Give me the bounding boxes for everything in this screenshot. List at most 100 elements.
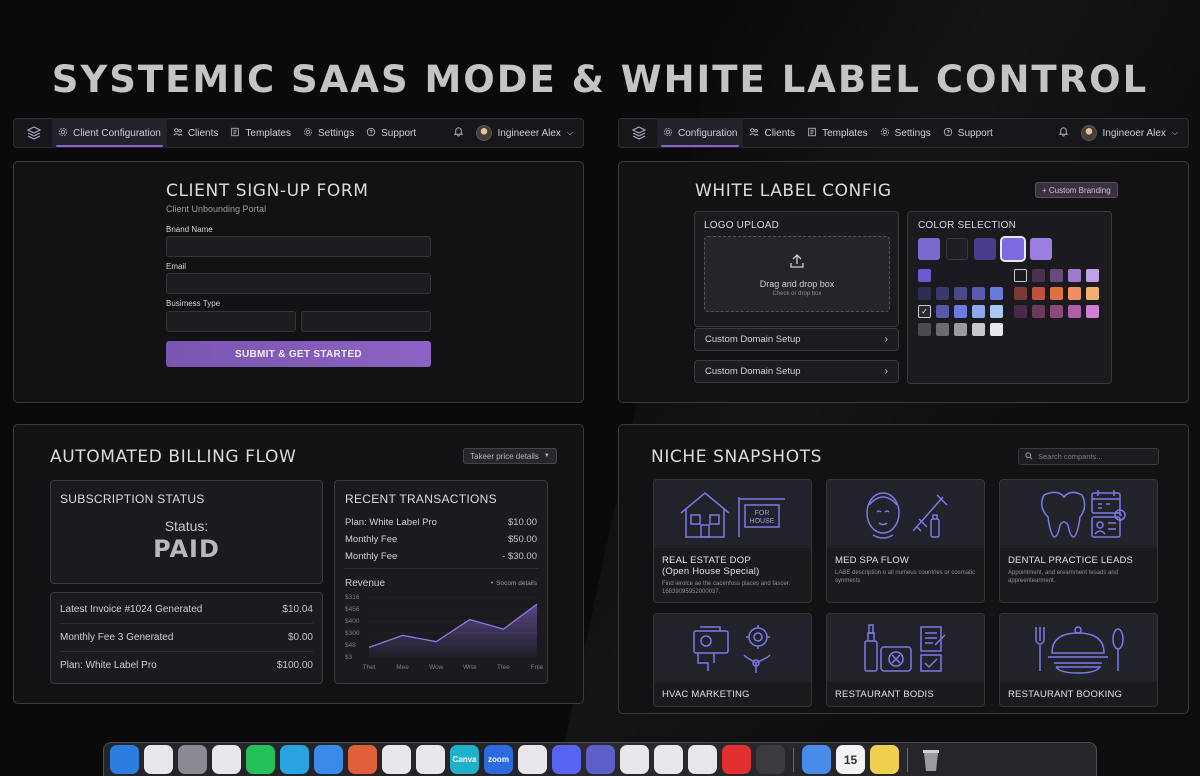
record-icon[interactable] [722,745,751,774]
color-swatch[interactable] [1050,287,1063,300]
transaction-value: $10.00 [507,517,537,528]
gemini-icon[interactable] [382,745,411,774]
calculator-icon[interactable] [756,745,785,774]
color-swatch[interactable] [936,323,949,336]
submit-button[interactable]: SUBMIT & GET STARTED [166,341,431,367]
color-swatch[interactable] [936,305,949,318]
nav-item-settings[interactable]: Settings [874,118,937,148]
custom-domain-setup-button-2[interactable]: Custom Domain Setup › [694,360,899,383]
notification-bell-icon[interactable] [453,126,464,140]
calendar-icon[interactable]: 15 [836,745,865,774]
canva-icon[interactable]: Canva [450,745,479,774]
color-swatch[interactable] [918,323,931,336]
tile-sign-text: HOUSE [749,518,774,525]
user-menu[interactable]: Ingineoer Alex ⌵ [1080,125,1178,141]
color-swatch[interactable] [974,238,996,260]
nav-item-support[interactable]: Support [360,118,422,148]
color-swatch[interactable] [1068,305,1081,318]
color-swatch[interactable] [1086,305,1099,318]
nav-item-templates[interactable]: Templates [801,118,874,148]
zoom-icon[interactable]: zoom [484,745,513,774]
color-swatch[interactable] [1086,269,1099,282]
color-swatch[interactable] [954,305,967,318]
color-swatch[interactable] [1032,269,1045,282]
color-swatch[interactable] [954,323,967,336]
layers-logo-icon[interactable] [24,123,44,143]
color-swatch[interactable] [990,323,1003,336]
niche-tile-real-estate[interactable]: FOR HOUSE REAL ESTATE DOP (Open House Sp… [653,479,812,603]
trash-icon[interactable] [916,745,945,774]
custom-domain-setup-button[interactable]: Custom Domain Setup › [694,328,899,351]
nav-item-client-configuration[interactable]: Client Configuration [52,118,167,148]
color-swatch[interactable] [1050,305,1063,318]
notification-bell-icon[interactable] [1058,126,1069,140]
color-swatch[interactable] [1014,305,1027,318]
color-swatch[interactable] [1032,287,1045,300]
color-swatch[interactable] [918,287,931,300]
color-swatch[interactable] [946,238,968,260]
invoice-list-card: Latest Invoice #1024 Generated $10.04 Mo… [50,592,323,684]
claude-icon[interactable] [348,745,377,774]
nav-item-templates[interactable]: Templates [224,118,297,148]
chrome-icon[interactable] [416,745,445,774]
nav-item-clients[interactable]: Clients [167,118,225,148]
color-swatch[interactable] [1086,287,1099,300]
discord-icon[interactable] [552,745,581,774]
slack-icon[interactable] [654,745,683,774]
color-swatch[interactable] [1050,269,1063,282]
color-swatch[interactable] [1032,305,1045,318]
niche-tile-dental[interactable]: DENTAL PRACTICE LEADS Appointment, and e… [999,479,1158,603]
nav-item-support[interactable]: Support [937,118,999,148]
mail-icon[interactable] [314,745,343,774]
business-type-input-2[interactable] [301,311,431,332]
user-menu[interactable]: Ingineeer Alex ⌵ [475,125,573,141]
niche-tile-med-spa[interactable]: MED SPA FLOW LABE description o all nume… [826,479,985,603]
niche-tile-restaurant-booking[interactable]: RESTAURANT BOOKING [999,613,1158,707]
niche-tile-restaurant-bodis[interactable]: RESTAURANT BODIS [826,613,985,707]
color-swatch[interactable] [1014,287,1027,300]
niche-tile-hvac[interactable]: HVAC MARKETING [653,613,812,707]
screen-icon[interactable] [802,745,831,774]
email-input[interactable] [166,273,431,294]
launchpad-icon[interactable] [144,745,173,774]
color-swatch[interactable] [972,305,985,318]
color-swatch[interactable] [972,323,985,336]
drive-icon[interactable] [688,745,717,774]
nav-item-clients[interactable]: Clients [743,118,801,148]
chat-icon[interactable] [518,745,547,774]
color-swatch[interactable] [1068,269,1081,282]
logo-dropzone[interactable]: Drag and drop box Check or drop box [704,236,890,312]
notes-icon[interactable] [870,745,899,774]
color-swatch[interactable] [1030,238,1052,260]
color-swatch[interactable] [918,269,931,282]
color-swatch[interactable] [1014,269,1027,282]
brand-name-input[interactable] [166,236,431,257]
y-tick-label: $300 [345,630,360,637]
check-icon[interactable]: ✓ [918,305,931,318]
nav-item-configuration[interactable]: Configuration [657,118,744,148]
business-type-input[interactable] [166,311,296,332]
color-swatch[interactable] [954,287,967,300]
layers-logo-icon[interactable] [629,123,649,143]
color-swatch[interactable] [972,287,985,300]
search-input[interactable]: Search compants... [1018,448,1159,465]
teams-icon[interactable] [586,745,615,774]
color-swatch[interactable] [990,287,1003,300]
openai-icon[interactable] [620,745,649,774]
revenue-details-link[interactable]: • Socom details [491,580,537,587]
color-swatch[interactable] [990,305,1003,318]
finder-icon[interactable] [110,745,139,774]
price-details-dropdown[interactable]: Takeer price details ▼ [463,448,557,464]
color-swatch[interactable] [936,287,949,300]
telegram-icon[interactable] [280,745,309,774]
transaction-label: Monthly Fee [345,534,398,545]
creative-cloud-icon[interactable] [212,745,241,774]
settings-icon[interactable] [178,745,207,774]
custom-branding-button[interactable]: + Custom Branding [1035,182,1118,198]
avatar [475,125,492,141]
color-swatch[interactable] [1068,287,1081,300]
color-swatch[interactable] [918,238,940,260]
nav-item-settings[interactable]: Settings [297,118,360,148]
color-swatch[interactable] [1000,236,1026,262]
whatsapp-icon[interactable] [246,745,275,774]
